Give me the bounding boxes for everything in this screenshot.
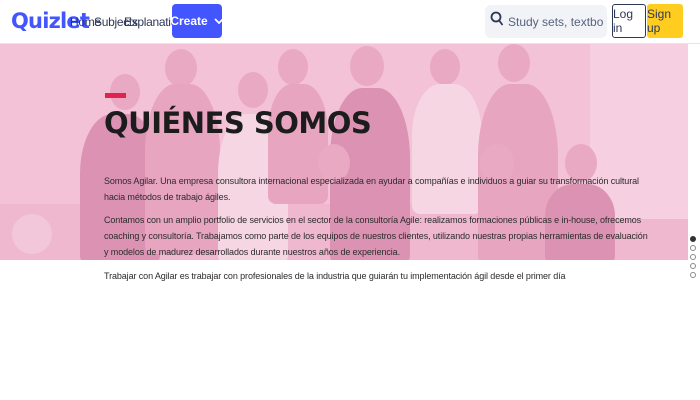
login-button[interactable]: Log in [612,4,646,38]
about-paragraph-1-line-2: hacia métodos de trabajo ágiles. [104,192,231,202]
pager-dot-1[interactable] [690,236,696,242]
section-pager [690,236,698,281]
create-label: Create [170,14,208,28]
about-paragraph-2-line-1: Contamos con un amplio portfolio de serv… [104,215,642,225]
about-paragraph-2-line-2: coaching y consultoría. Trabajamos como … [104,231,648,241]
about-paragraph-1-line-1: Somos Agilar. Una empresa consultora int… [104,176,639,186]
search-icon [490,11,504,32]
chevron-down-icon [214,17,224,25]
search-bar[interactable] [485,5,607,38]
about-paragraph-2-line-3: y modelos de madurez desarrollados duran… [104,247,400,257]
pager-dot-3[interactable] [690,254,696,260]
pager-dot-4[interactable] [690,263,696,269]
pager-dot-5[interactable] [690,272,696,278]
page-title: QUIÉNES SOMOS [104,106,372,140]
top-navbar: Quizlet Home Subjects Explanations Creat… [0,0,700,44]
search-input[interactable] [508,14,603,29]
title-accent-bar [105,93,126,98]
signup-button[interactable]: Sign up [647,4,683,38]
about-paragraph-3: Trabajar con Agilar es trabajar con prof… [104,271,566,281]
create-button[interactable]: Create [170,4,224,38]
pager-dot-2[interactable] [690,245,696,251]
